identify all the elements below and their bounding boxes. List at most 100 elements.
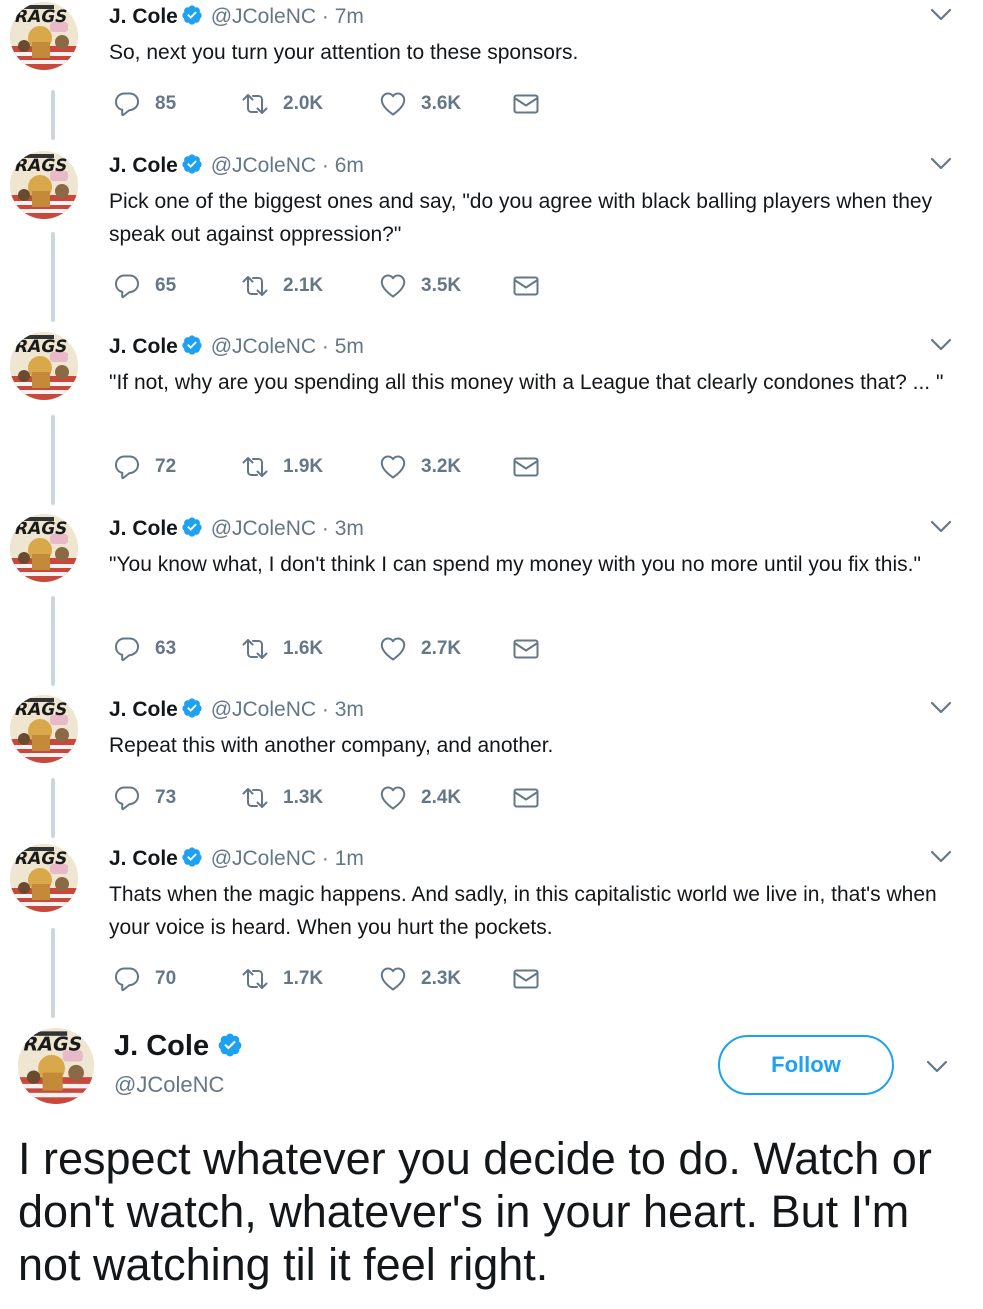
retweet-icon xyxy=(241,453,269,481)
tweet-text: Thats when the magic happens. And sadly,… xyxy=(109,883,937,939)
thread-line xyxy=(51,596,55,686)
retweet-button[interactable]: 1.7K xyxy=(241,964,323,994)
thread-line xyxy=(51,232,55,322)
avatar-image xyxy=(10,844,78,912)
avatar[interactable] xyxy=(10,514,78,582)
profile-name[interactable]: J. Cole xyxy=(114,1030,209,1062)
avatar-image xyxy=(18,1028,94,1104)
like-button[interactable]: 3.2K xyxy=(379,452,461,482)
reply-button[interactable]: 85 xyxy=(113,89,176,119)
retweet-button[interactable]: 1.9K xyxy=(241,452,323,482)
like-icon xyxy=(379,272,407,300)
verified-badge-icon xyxy=(181,4,203,26)
chevron-down-icon[interactable] xyxy=(930,850,952,864)
tweet-timestamp[interactable]: 3m xyxy=(335,698,364,721)
tweet-timestamp[interactable]: 1m xyxy=(335,847,364,870)
direct-message-button[interactable] xyxy=(512,89,540,119)
tweet-timestamp[interactable]: 7m xyxy=(335,5,364,28)
avatar[interactable] xyxy=(10,2,78,70)
tweet-header: J. Cole @JColeNC · 5m xyxy=(109,334,364,359)
tweet-actions: 65 2.1K 3.5K xyxy=(109,271,569,301)
like-button[interactable]: 2.3K xyxy=(379,964,461,994)
chevron-down-icon[interactable] xyxy=(930,701,952,715)
author-name[interactable]: J. Cole xyxy=(109,154,178,177)
reply-count: 73 xyxy=(155,787,177,808)
reply-button[interactable]: 72 xyxy=(113,452,176,482)
separator-dot: · xyxy=(321,847,329,870)
author-handle[interactable]: @JColeNC xyxy=(211,335,316,358)
direct-message-icon xyxy=(512,90,540,118)
direct-message-button[interactable] xyxy=(512,634,540,664)
direct-message-button[interactable] xyxy=(512,452,540,482)
reply-button[interactable]: 73 xyxy=(113,783,176,813)
like-button[interactable]: 3.5K xyxy=(379,271,461,301)
reply-button[interactable]: 63 xyxy=(113,634,176,664)
verified-badge-icon xyxy=(181,334,203,356)
chevron-down-icon[interactable] xyxy=(930,8,952,22)
avatar[interactable] xyxy=(10,332,78,400)
reply-icon xyxy=(113,453,141,481)
like-button[interactable]: 2.4K xyxy=(379,783,461,813)
tweet-timestamp[interactable]: 5m xyxy=(335,335,364,358)
avatar[interactable] xyxy=(10,151,78,219)
thread-line xyxy=(51,415,55,505)
tweet-timestamp[interactable]: 3m xyxy=(335,517,364,540)
author-name[interactable]: J. Cole xyxy=(109,5,178,28)
verified-badge-icon xyxy=(181,516,203,538)
chevron-down-icon[interactable] xyxy=(930,338,952,352)
author-handle[interactable]: @JColeNC xyxy=(211,154,316,177)
direct-message-icon xyxy=(512,453,540,481)
retweet-button[interactable]: 2.0K xyxy=(241,89,323,119)
retweet-button[interactable]: 2.1K xyxy=(241,271,323,301)
chevron-down-icon[interactable] xyxy=(926,1060,948,1074)
tweet-text: Repeat this with another company, and an… xyxy=(109,734,554,757)
author-handle[interactable]: @JColeNC xyxy=(211,847,316,870)
like-button[interactable]: 3.6K xyxy=(379,89,461,119)
retweet-count: 1.7K xyxy=(283,968,324,989)
reply-icon xyxy=(113,635,141,663)
author-name[interactable]: J. Cole xyxy=(109,847,178,870)
chevron-down-icon[interactable] xyxy=(930,520,952,534)
profile-handle[interactable]: @JColeNC xyxy=(114,1072,224,1098)
separator-dot: · xyxy=(321,154,329,177)
verified-badge-icon xyxy=(217,1032,243,1058)
retweet-button[interactable]: 1.3K xyxy=(241,783,323,813)
reply-button[interactable]: 70 xyxy=(113,964,176,994)
retweet-icon xyxy=(241,635,269,663)
direct-message-button[interactable] xyxy=(512,271,540,301)
avatar[interactable] xyxy=(10,844,78,912)
tweet-text: "You know what, I don't think I can spen… xyxy=(109,553,921,576)
verified-badge-icon xyxy=(181,846,203,868)
reply-count: 85 xyxy=(155,93,177,114)
direct-message-button[interactable] xyxy=(512,783,540,813)
reply-icon xyxy=(113,272,141,300)
direct-message-button[interactable] xyxy=(512,964,540,994)
thread-line xyxy=(51,778,55,838)
avatar-image xyxy=(10,332,78,400)
like-button[interactable]: 2.7K xyxy=(379,634,461,664)
avatar[interactable] xyxy=(18,1028,94,1104)
separator-dot: · xyxy=(321,335,329,358)
follow-button[interactable]: Follow xyxy=(718,1035,894,1095)
author-handle[interactable]: @JColeNC xyxy=(211,517,316,540)
author-handle[interactable]: @JColeNC xyxy=(211,5,316,28)
author-handle[interactable]: @JColeNC xyxy=(211,698,316,721)
avatar-image xyxy=(10,514,78,582)
author-name[interactable]: J. Cole xyxy=(109,517,178,540)
tweet-actions: 72 1.9K 3.2K xyxy=(109,452,569,482)
like-count: 3.2K xyxy=(421,456,462,477)
like-count: 2.3K xyxy=(421,968,462,989)
author-name[interactable]: J. Cole xyxy=(109,698,178,721)
retweet-button[interactable]: 1.6K xyxy=(241,634,323,664)
separator-dot: · xyxy=(321,517,329,540)
avatar[interactable] xyxy=(10,695,78,763)
tweet-actions: 63 1.6K 2.7K xyxy=(109,634,569,664)
tweet-actions: 73 1.3K 2.4K xyxy=(109,783,569,813)
author-name[interactable]: J. Cole xyxy=(109,335,178,358)
like-count: 3.6K xyxy=(421,93,462,114)
reply-button[interactable]: 65 xyxy=(113,271,176,301)
thread-line xyxy=(51,928,55,1018)
chevron-down-icon[interactable] xyxy=(930,157,952,171)
reply-count: 72 xyxy=(155,456,177,477)
tweet-timestamp[interactable]: 6m xyxy=(335,154,364,177)
